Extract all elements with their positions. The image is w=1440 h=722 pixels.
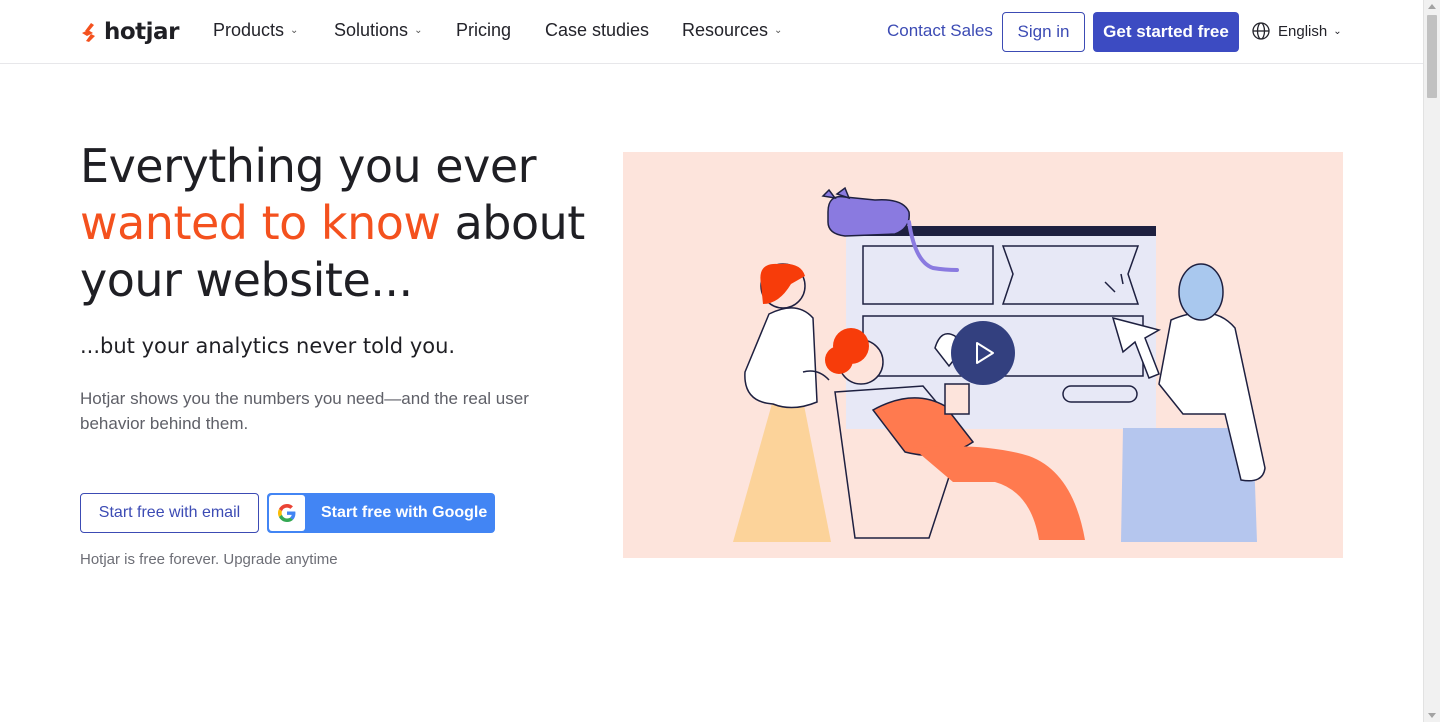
google-logo-icon [269, 495, 305, 531]
chevron-down-icon: ⌄ [290, 25, 299, 36]
google-button-label: Start free with Google [321, 504, 488, 521]
chevron-down-icon: ⌄ [774, 25, 783, 36]
nav-pricing[interactable]: Pricing [456, 20, 511, 41]
play-icon [976, 342, 994, 364]
hotjar-logo[interactable]: hotjar [80, 17, 179, 47]
free-forever-note: Hotjar is free forever. Upgrade anytime [80, 551, 338, 568]
hotjar-logo-icon [82, 23, 95, 42]
hero-description: Hotjar shows you the numbers you need—an… [80, 389, 529, 433]
language-label: English [1278, 22, 1328, 40]
woman-illustration [733, 263, 831, 542]
nav-case-studies-label: Case studies [545, 20, 650, 40]
scrollbar-thumb[interactable] [1427, 15, 1437, 98]
hero-headline: Everything you ever wanted to know about … [80, 138, 600, 309]
get-started-button[interactable]: Get started free [1093, 12, 1239, 52]
page-scrollbar[interactable] [1423, 0, 1440, 722]
nav-solutions-label: Solutions [334, 20, 409, 40]
start-free-google-button[interactable]: Start free with Google [267, 493, 495, 533]
nav-pricing-label: Pricing [456, 20, 512, 40]
nav-resources[interactable]: Resources ⌄ [682, 20, 782, 41]
hero-subheadline: ...but your analytics never told you. [80, 334, 456, 358]
site-header: hotjar Products ⌄ Solutions ⌄ Pricing Ca… [0, 0, 1423, 64]
sign-in-button[interactable]: Sign in [1002, 12, 1085, 52]
start-free-email-button[interactable]: Start free with email [80, 493, 259, 533]
nav-solutions[interactable]: Solutions ⌄ [334, 20, 422, 41]
nav-products[interactable]: Products ⌄ [213, 20, 298, 41]
globe-icon [1252, 22, 1270, 40]
nav-products-label: Products [213, 20, 285, 40]
contact-sales-link[interactable]: Contact Sales [887, 21, 993, 41]
nav-case-studies[interactable]: Case studies [545, 20, 649, 41]
scroll-up-arrow-icon[interactable] [1428, 4, 1436, 9]
chevron-down-icon: ⌄ [1333, 25, 1342, 37]
scroll-down-arrow-icon[interactable] [1428, 713, 1436, 718]
headline-accent: wanted to know [80, 196, 441, 250]
play-video-button[interactable] [951, 321, 1015, 385]
language-selector[interactable]: English ⌄ [1252, 22, 1342, 40]
brand-name: hotjar [104, 19, 179, 45]
nav-resources-label: Resources [682, 20, 769, 40]
chevron-down-icon: ⌄ [414, 25, 423, 36]
headline-part-1: Everything you ever [80, 139, 537, 193]
